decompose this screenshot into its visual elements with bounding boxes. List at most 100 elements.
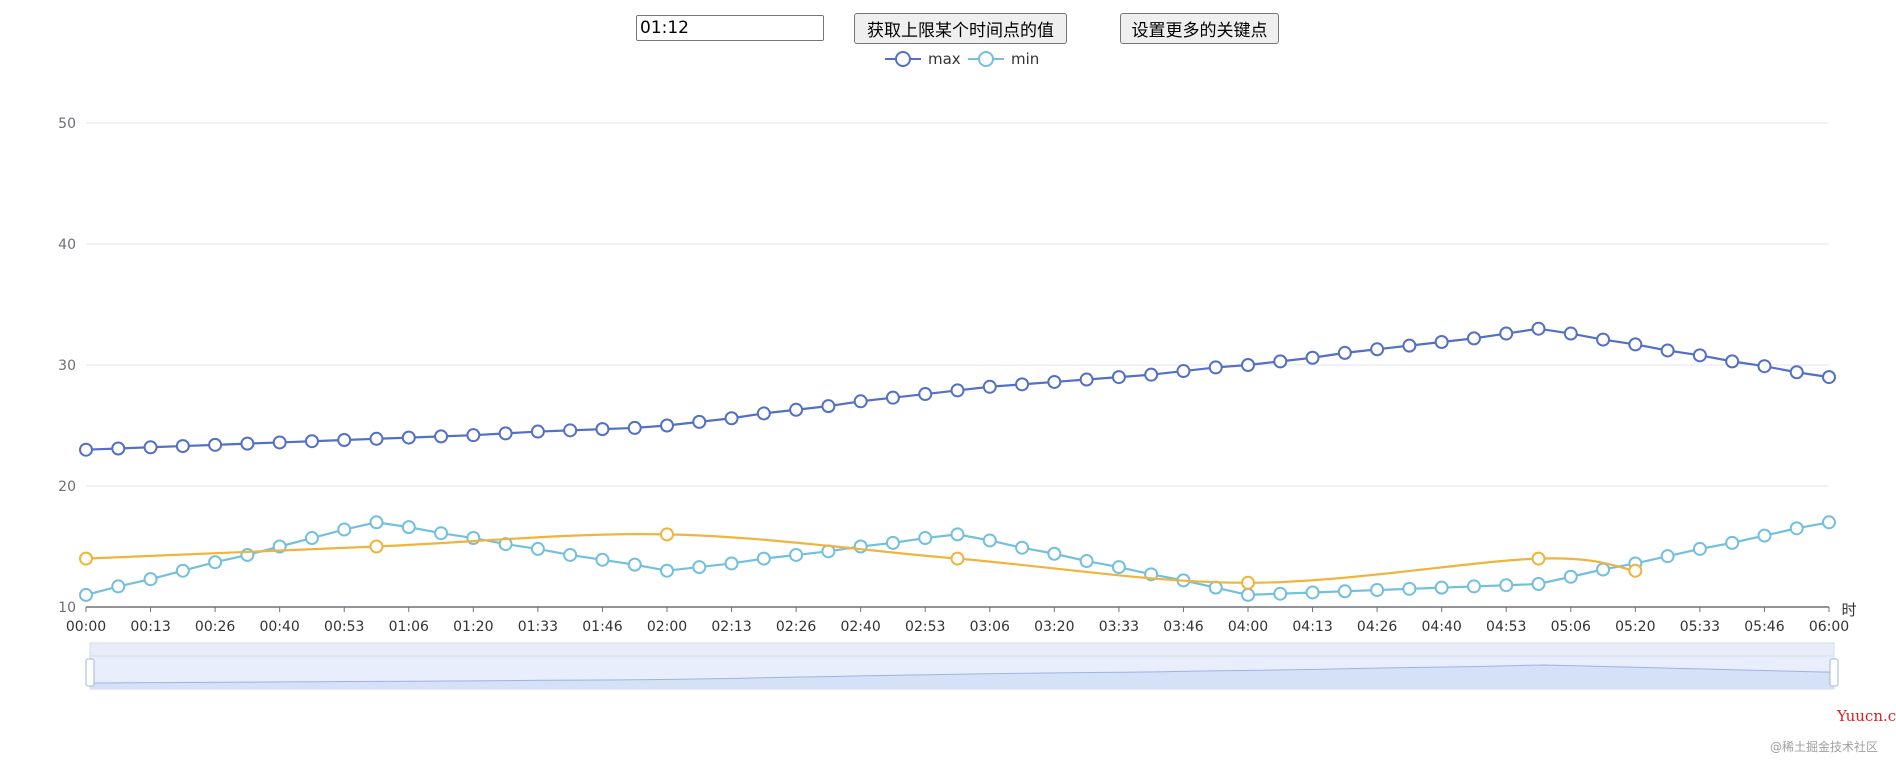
x-tick-label: 05:33 (1680, 619, 1720, 635)
data-point-min (1499, 578, 1514, 593)
x-tick-label: 01:46 (582, 619, 622, 635)
data-point-max (240, 436, 255, 451)
data-zoom-slider[interactable] (85, 642, 1839, 690)
data-point-max (660, 418, 675, 433)
data-point-max (1273, 354, 1288, 369)
data-point-min (79, 587, 93, 602)
data-point-max (1531, 321, 1546, 336)
data-point-max (692, 414, 707, 429)
data-point-max (1079, 372, 1094, 387)
data-point-min (1079, 554, 1094, 569)
data-point-series-2 (1531, 551, 1546, 566)
legend-item-max[interactable]: max (884, 48, 961, 70)
zoom-handle-right[interactable] (1829, 658, 1839, 687)
data-point-min (1531, 577, 1546, 592)
legend-label-max: max (928, 50, 961, 68)
data-point-min (1434, 580, 1449, 595)
data-point-min (337, 522, 352, 537)
x-tick-label: 03:20 (1034, 619, 1074, 635)
data-point-max (1725, 354, 1740, 369)
data-point-max (1111, 370, 1126, 385)
data-point-max (175, 439, 190, 454)
data-point-min (1111, 560, 1126, 575)
data-point-max (466, 428, 481, 443)
x-tick-label: 04:13 (1292, 619, 1332, 635)
data-point-min (885, 535, 900, 550)
data-point-max (1757, 359, 1772, 374)
x-tick-label: 04:40 (1421, 619, 1461, 635)
data-point-max (1241, 358, 1256, 372)
data-point-min (1725, 535, 1740, 550)
data-point-min (789, 547, 804, 562)
data-point-min (1047, 546, 1062, 561)
x-tick-label: 03:46 (1163, 619, 1203, 635)
data-point-max (111, 441, 126, 456)
data-point-max (1596, 332, 1611, 347)
data-point-max (950, 383, 965, 398)
data-point-max (756, 406, 771, 421)
y-tick-label: 40 (58, 237, 76, 253)
zoom-top-bar (89, 642, 1835, 657)
x-tick-label: 02:53 (905, 619, 945, 635)
get-max-value-button[interactable]: 获取上限某个时间点的值 (854, 13, 1067, 44)
x-tick-label: 01:20 (453, 619, 493, 635)
x-axis: 00:00 00:13 00:26 00:40 00:53 01:06 01:20 01:33… (66, 601, 1857, 635)
data-point-max (143, 440, 158, 455)
data-point-max (724, 411, 739, 426)
data-point-max (1822, 370, 1837, 385)
data-point-min (1273, 586, 1288, 601)
data-point-min (434, 526, 449, 541)
time-input[interactable] (636, 15, 824, 41)
grid-lines (86, 122, 1829, 487)
data-point-min (208, 555, 223, 570)
x-tick-label: 01:33 (518, 619, 558, 635)
data-point-min (1692, 541, 1707, 556)
x-axis-name: 时 (1841, 601, 1856, 619)
data-point-max (530, 424, 545, 439)
data-point-series-2 (660, 527, 674, 542)
x-tick-label: 01:06 (389, 619, 429, 635)
data-point-min (1015, 540, 1030, 555)
x-tick-label: 00:26 (195, 619, 235, 635)
x-tick-label: 02:13 (711, 619, 751, 635)
data-point-max (789, 402, 804, 417)
data-point-max (853, 394, 868, 409)
x-tick-label: 05:06 (1551, 619, 1591, 635)
data-point-max (498, 426, 513, 441)
data-point-max (1208, 360, 1223, 375)
data-point-min (1789, 521, 1804, 536)
zoom-handle-left[interactable] (85, 658, 95, 687)
data-point-min (304, 531, 319, 546)
data-point-max (401, 430, 416, 445)
data-point-min (369, 515, 384, 530)
data-point-max (1015, 377, 1030, 392)
x-tick-label: 02:40 (840, 619, 880, 635)
legend-item-min[interactable]: min (967, 48, 1039, 70)
data-point-min (1337, 584, 1352, 599)
data-point-min (530, 541, 545, 556)
data-point-max (595, 422, 610, 437)
data-point-min (724, 556, 739, 571)
data-point-max (885, 390, 900, 405)
data-point-min (563, 547, 578, 562)
data-point-max (1789, 365, 1804, 380)
data-point-max (79, 442, 93, 457)
x-tick-label: 00:40 (259, 619, 299, 635)
data-point-min (692, 560, 707, 575)
legend-label-min: min (1011, 50, 1040, 68)
data-point-max (434, 429, 449, 444)
x-tick-label: 04:53 (1486, 619, 1526, 635)
legend-max-icon (885, 51, 921, 67)
set-more-keypoints-button[interactable]: 设置更多的关键点 (1120, 13, 1279, 44)
data-point-max (1144, 367, 1159, 382)
x-tick-label: 00:00 (66, 619, 106, 635)
line-chart: 10 20 30 40 50 00:00 00:13 00:26 00:40 00:53 01:0… (58, 116, 1857, 690)
data-point-max (304, 434, 319, 449)
watermark-credit: @稀土掘金技术社区 (1770, 740, 1879, 754)
data-point-max (369, 431, 384, 446)
x-tick-label: 00:53 (324, 619, 364, 635)
data-point-min (1305, 585, 1320, 600)
data-point-min (1822, 515, 1837, 530)
data-point-min (756, 551, 771, 566)
data-point-min (950, 527, 965, 542)
